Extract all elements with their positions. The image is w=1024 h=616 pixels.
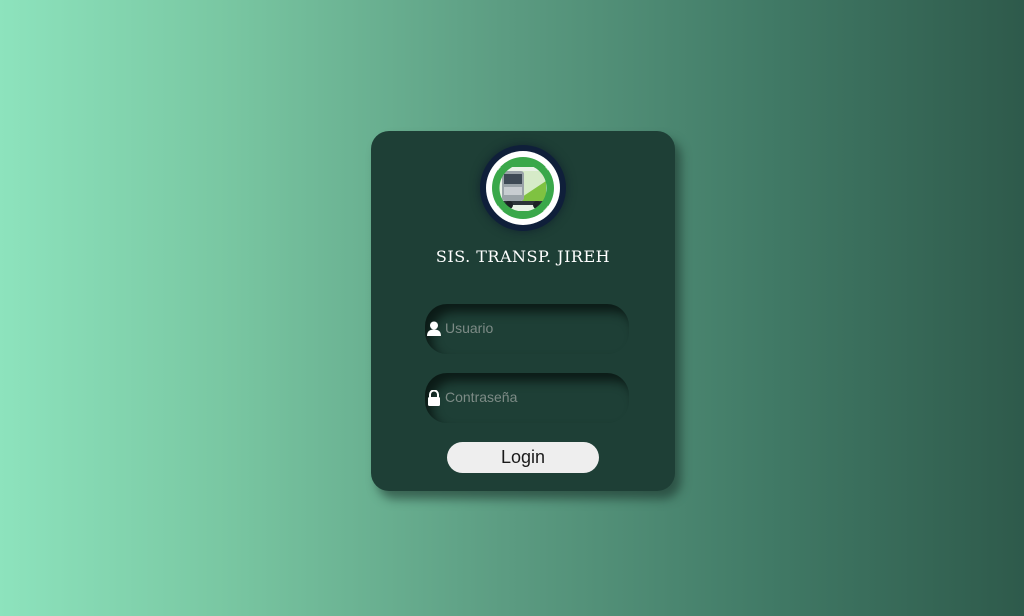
- login-card: SIS. TRANSP. JIREH Login: [371, 131, 675, 491]
- brand-title: SIS. TRANSP. JIREH: [435, 247, 611, 266]
- truck-logo-icon: [492, 157, 554, 219]
- login-button[interactable]: Login: [447, 442, 599, 473]
- lock-icon: [427, 389, 441, 406]
- user-icon: [427, 321, 441, 337]
- password-field: [425, 373, 629, 423]
- password-input[interactable]: [445, 386, 615, 408]
- username-field: [425, 304, 629, 354]
- logo: [480, 145, 566, 231]
- username-input[interactable]: [445, 317, 615, 339]
